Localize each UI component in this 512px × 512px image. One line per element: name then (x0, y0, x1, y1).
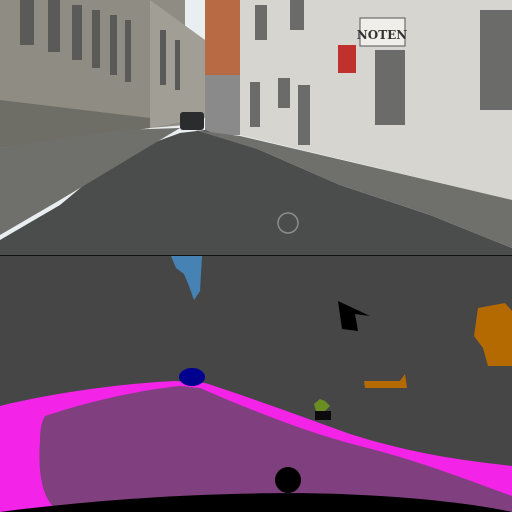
street-photo-canvas: NOTEN (0, 0, 512, 256)
segmentation-canvas (0, 256, 512, 512)
car (180, 112, 204, 130)
seg-planter (315, 411, 331, 420)
image-frame: NOTEN (0, 0, 512, 512)
seg-hood-emblem (275, 467, 301, 493)
gray-facade (205, 75, 240, 135)
street-photo: NOTEN (0, 0, 512, 256)
seg-car (179, 368, 205, 386)
segmentation-map (0, 256, 512, 512)
shop-sign: NOTEN (357, 28, 407, 42)
red-shop-banner (338, 45, 356, 73)
